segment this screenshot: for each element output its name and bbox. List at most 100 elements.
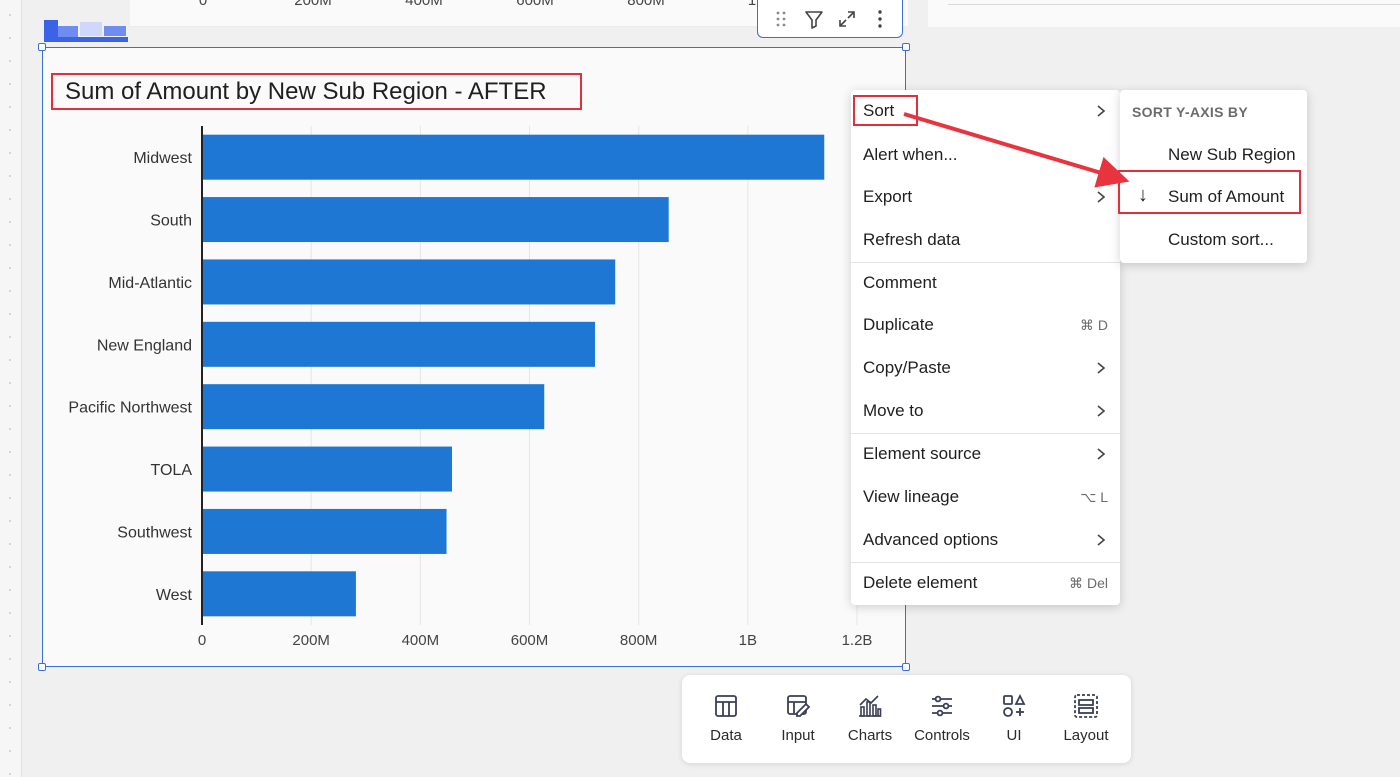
- resize-handle-bottom-right[interactable]: [902, 663, 910, 671]
- prev-x-tick: 1: [747, 0, 757, 9]
- menu-item-advanced-options[interactable]: Advanced options: [851, 520, 1120, 560]
- y-category-label: Pacific Northwest: [68, 400, 192, 417]
- sliders-icon: [927, 691, 957, 721]
- sort-descending-icon: ↓: [1138, 184, 1148, 206]
- chevron-right-icon: [1094, 533, 1108, 547]
- bar-chart-plot: Midwest South Mid-Atlantic New England Pacif…: [68, 126, 873, 649]
- sort-option-label: Sum of Amount: [1168, 187, 1285, 206]
- layout-icon: [1071, 691, 1101, 721]
- y-category-label: New England: [97, 337, 192, 354]
- x-tick-label: 1.2B: [842, 632, 873, 649]
- menu-item-move-to[interactable]: Move to: [851, 391, 1120, 431]
- bottom-bar-label: Layout: [1063, 727, 1109, 744]
- menu-divider: [851, 262, 1120, 263]
- menu-item-alert-when[interactable]: Alert when...: [851, 135, 1120, 175]
- input-table-icon: [783, 691, 813, 721]
- bar-pacific-northwest[interactable]: [202, 384, 545, 430]
- resize-handle-top-left[interactable]: [38, 43, 46, 51]
- prev-x-tick: 600M: [516, 0, 554, 9]
- menu-item-copy-paste[interactable]: Copy/Paste: [851, 348, 1120, 388]
- add-data-button[interactable]: Data: [690, 691, 762, 744]
- add-controls-button[interactable]: Controls: [906, 691, 978, 744]
- menu-item-label: Duplicate: [863, 315, 934, 334]
- element-toolbar: [757, 0, 903, 38]
- menu-item-element-source[interactable]: Element source: [851, 434, 1120, 474]
- y-category-label: West: [156, 587, 193, 604]
- bar-new-england[interactable]: [202, 321, 595, 367]
- bar-west[interactable]: [202, 571, 356, 617]
- y-category-label: Midwest: [133, 150, 192, 167]
- menu-item-export[interactable]: Export: [851, 177, 1120, 217]
- menu-item-label: Delete element: [863, 573, 978, 592]
- y-category-label: TOLA: [151, 462, 193, 479]
- prev-x-tick: 200M: [294, 0, 332, 9]
- add-input-button[interactable]: Input: [762, 691, 834, 744]
- add-layout-button[interactable]: Layout: [1050, 691, 1122, 744]
- x-tick-label: 400M: [402, 632, 440, 649]
- y-category-label: South: [150, 213, 192, 230]
- drag-handle-icon[interactable]: [767, 5, 795, 33]
- filter-icon[interactable]: [800, 5, 828, 33]
- x-tick-label: 600M: [511, 632, 549, 649]
- bottom-bar-label: Charts: [847, 727, 893, 744]
- x-tick-label: 0: [198, 632, 206, 649]
- sort-option-sum-of-amount[interactable]: ↓ Sum of Amount: [1120, 177, 1307, 217]
- menu-divider: [851, 562, 1120, 563]
- bottom-bar-label: UI: [1006, 727, 1022, 744]
- add-element-bar: Data Input Charts Controls UI Layout: [682, 675, 1131, 763]
- submenu-header: SORT Y-AXIS BY: [1132, 104, 1248, 120]
- x-tick-label: 200M: [292, 632, 330, 649]
- menu-item-label: Refresh data: [863, 230, 961, 249]
- menu-item-label: Alert when...: [863, 145, 958, 164]
- add-charts-button[interactable]: Charts: [834, 691, 906, 744]
- chevron-right-icon: [1094, 447, 1108, 461]
- sort-option-new-sub-region[interactable]: New Sub Region: [1120, 135, 1307, 175]
- menu-divider: [851, 433, 1120, 434]
- sort-submenu: SORT Y-AXIS BY New Sub Region ↓ Sum of Amo…: [1118, 90, 1307, 263]
- x-tick-label: 1B: [739, 632, 757, 649]
- chevron-right-icon: [1094, 361, 1108, 375]
- bar-chart-element[interactable]: Sum of Amount by New Sub Region - AFTER …: [42, 47, 906, 667]
- charts-icon: [855, 691, 885, 721]
- expand-icon[interactable]: [833, 5, 861, 33]
- menu-item-label: View lineage: [863, 487, 960, 506]
- sort-option-label: New Sub Region: [1168, 145, 1296, 164]
- adjacent-element: [928, 0, 1400, 27]
- prev-x-tick: 400M: [405, 0, 443, 9]
- add-ui-button[interactable]: UI: [978, 691, 1050, 744]
- context-menu: Sort Alert when... Export Refresh data Comme…: [851, 90, 1120, 605]
- prev-x-tick: 0: [198, 0, 208, 9]
- redacted-page-title: [44, 20, 128, 42]
- menu-item-sort[interactable]: Sort: [851, 91, 1120, 131]
- menu-item-label: Comment: [863, 273, 937, 292]
- chevron-right-icon: [1094, 104, 1108, 118]
- menu-shortcut: ⌘ D: [1080, 316, 1108, 333]
- resize-handle-top-right[interactable]: [902, 43, 910, 51]
- menu-item-comment[interactable]: Comment: [851, 263, 1120, 303]
- more-vertical-icon[interactable]: [866, 5, 894, 33]
- menu-item-label: Element source: [863, 444, 982, 463]
- menu-item-label: Move to: [863, 401, 924, 420]
- table-icon: [711, 691, 741, 721]
- shapes-icon: [999, 691, 1029, 721]
- menu-item-delete-element[interactable]: Delete element ⌘ Del: [851, 563, 1120, 603]
- bar-mid-atlantic[interactable]: [202, 259, 616, 305]
- y-category-label: Mid-Atlantic: [108, 275, 192, 292]
- sort-option-custom-sort[interactable]: Custom sort...: [1120, 220, 1307, 260]
- menu-item-view-lineage[interactable]: View lineage ⌥ L: [851, 477, 1120, 517]
- bar-south[interactable]: [202, 197, 669, 243]
- resize-handle-bottom-left[interactable]: [38, 663, 46, 671]
- bottom-bar-label: Controls: [914, 727, 970, 744]
- y-category-label: Southwest: [117, 524, 192, 541]
- chevron-right-icon: [1094, 190, 1108, 204]
- x-tick-label: 800M: [620, 632, 658, 649]
- bar-midwest[interactable]: [202, 134, 825, 180]
- menu-item-duplicate[interactable]: Duplicate ⌘ D: [851, 305, 1120, 345]
- bar-southwest[interactable]: [202, 508, 447, 554]
- bar-tola[interactable]: [202, 446, 452, 492]
- bottom-bar-label: Data: [710, 727, 742, 744]
- bottom-bar-label: Input: [781, 727, 815, 744]
- menu-item-label: Export: [863, 187, 913, 206]
- menu-shortcut: ⌥ L: [1080, 488, 1108, 505]
- menu-item-refresh-data[interactable]: Refresh data: [851, 220, 1120, 260]
